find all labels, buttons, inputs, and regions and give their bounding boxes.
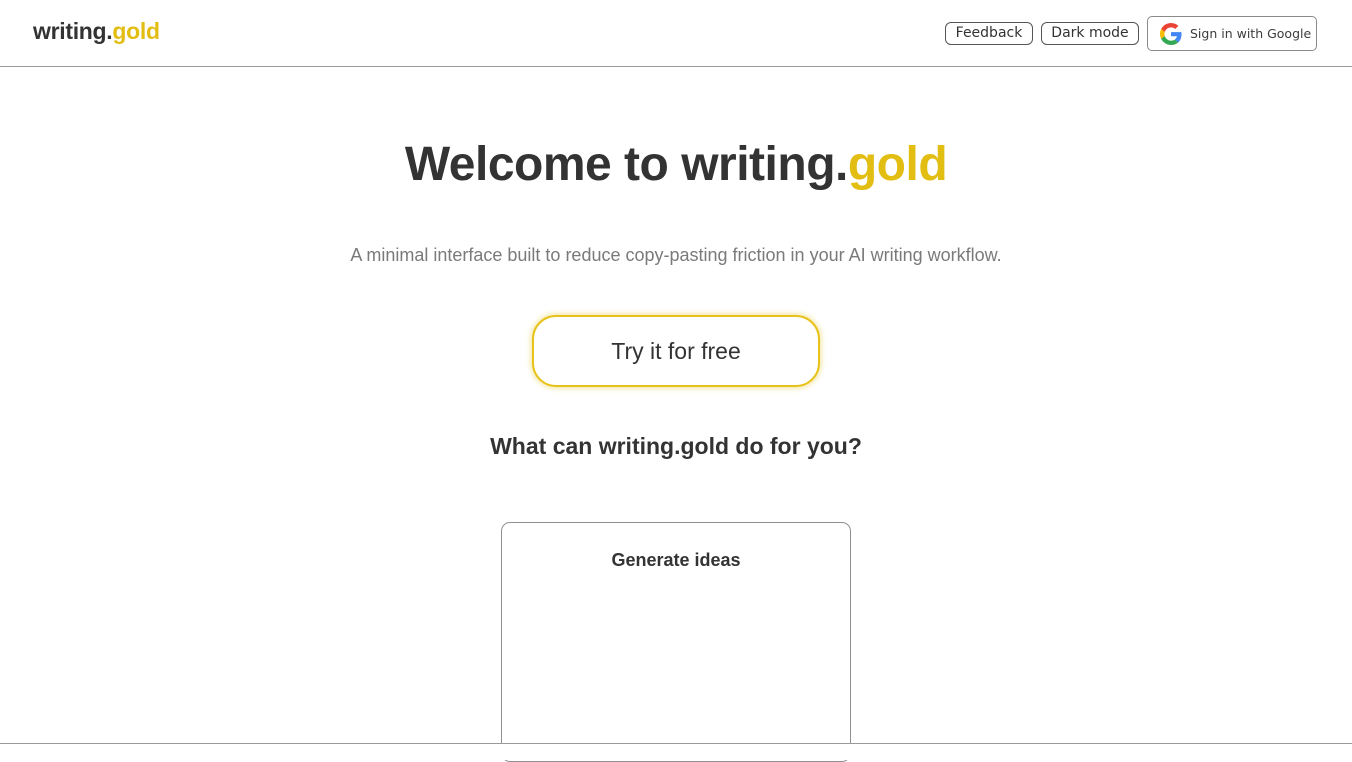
sign-in-with-google-button[interactable]: Sign in with Google — [1147, 16, 1317, 51]
hero-title: Welcome to writing.gold — [0, 137, 1352, 192]
hero-title-main: Welcome to writing. — [404, 138, 848, 191]
logo-accent-text: gold — [112, 18, 160, 44]
dark-mode-button[interactable]: Dark mode — [1041, 22, 1139, 45]
hero-title-accent: gold — [847, 138, 948, 191]
logo[interactable]: writing.gold — [33, 18, 160, 45]
feature-card-title: Generate ideas — [611, 550, 741, 570]
sign-in-with-google-label: Sign in with Google — [1190, 26, 1312, 41]
hero-subtitle: A minimal interface built to reduce copy… — [350, 245, 1002, 265]
try-for-free-button[interactable]: Try it for free — [532, 315, 820, 387]
features-section-title: What can writing.gold do for you? — [490, 433, 862, 459]
feedback-button[interactable]: Feedback — [945, 22, 1033, 45]
logo-main-text: writing. — [33, 18, 113, 44]
bottom-divider — [0, 743, 1352, 760]
feature-card-generate-ideas[interactable]: Generate ideas — [501, 522, 851, 762]
top-nav-bar: writing.gold Feedback Dark mode Sign in … — [0, 0, 1352, 67]
google-g-icon — [1160, 22, 1182, 45]
